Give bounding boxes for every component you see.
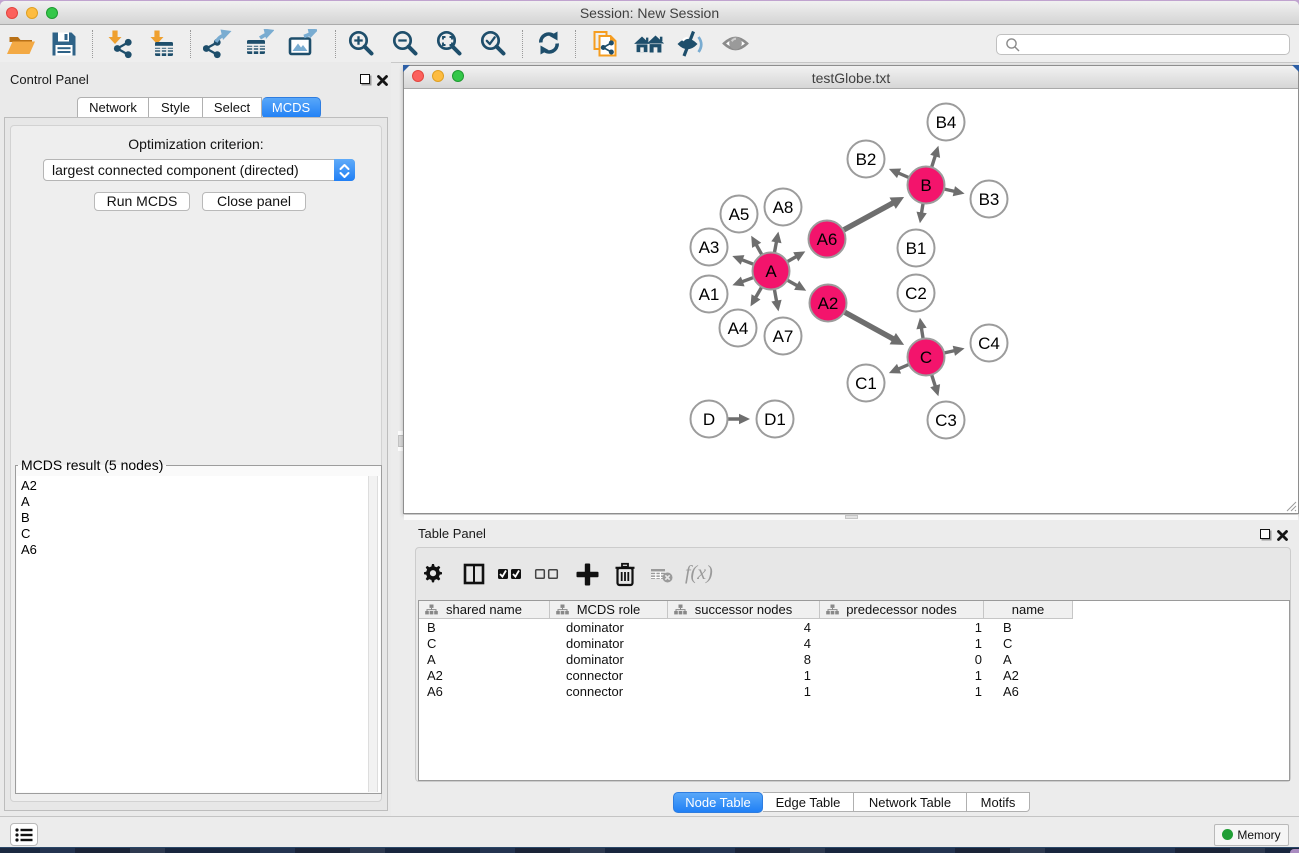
svg-text:C1: C1	[855, 374, 877, 393]
svg-text:B2: B2	[856, 150, 877, 169]
svg-text:D1: D1	[764, 410, 786, 429]
svg-text:C2: C2	[905, 284, 927, 303]
svg-text:A3: A3	[699, 238, 720, 257]
svg-text:B1: B1	[906, 239, 927, 258]
svg-text:D: D	[703, 410, 715, 429]
svg-text:A: A	[765, 262, 777, 281]
svg-text:C4: C4	[978, 334, 1000, 353]
svg-text:A4: A4	[728, 319, 749, 338]
svg-text:B3: B3	[979, 190, 1000, 209]
svg-text:A1: A1	[699, 285, 720, 304]
svg-text:A6: A6	[817, 230, 838, 249]
svg-text:A5: A5	[729, 205, 750, 224]
svg-text:C: C	[920, 348, 932, 367]
svg-text:C3: C3	[935, 411, 957, 430]
svg-text:B: B	[920, 176, 931, 195]
svg-text:A8: A8	[773, 198, 794, 217]
svg-text:A2: A2	[818, 294, 839, 313]
svg-text:B4: B4	[936, 113, 957, 132]
svg-text:A7: A7	[773, 327, 794, 346]
